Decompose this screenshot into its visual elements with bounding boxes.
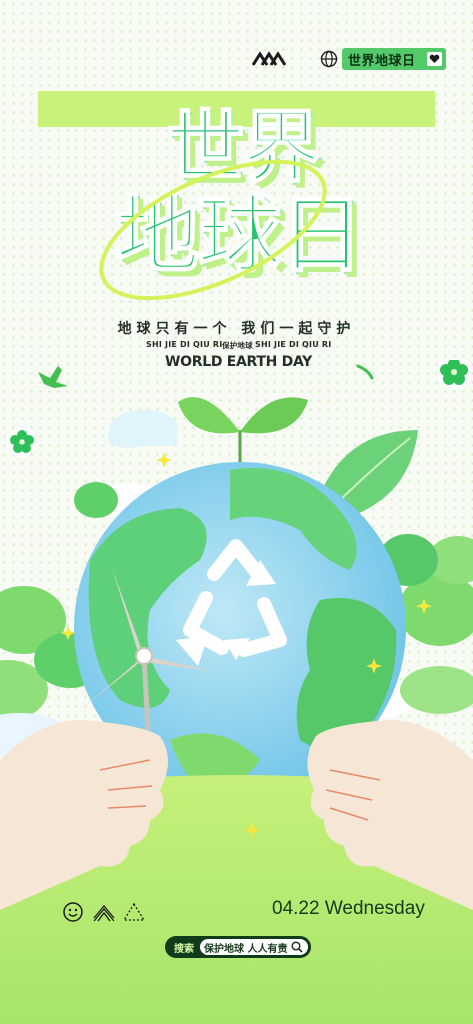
date-label: 04.22 Wednesday [272,898,425,919]
tag-label: 世界地球日 [348,53,416,69]
heart-icon [427,52,442,66]
pinyin-row: SHI JIE DI QIU RI 保护地球 SHI JIE DI QIU RI [0,340,473,352]
bird-icon [38,366,68,388]
sprout [178,397,308,466]
globe-icon [320,50,338,68]
search-value: 保护地球 人人有责 [204,943,288,955]
pinyin-left: SHI JIE DI QIU RI [146,340,223,349]
flower-icon-left [7,427,37,457]
cloud-top [108,410,178,448]
bottom-icons [63,902,146,922]
orbit-ring-decoration [99,159,327,301]
search-icon[interactable] [290,940,304,954]
recycle-icon [122,902,146,921]
poster: 世界地球日 世界 地球日 地球只有一个 我们一起守护 SHI JIE DI QI… [0,0,473,1024]
leaf-lines-icon [93,904,115,922]
pinyin-right: SHI JIE DI QIU RI [255,340,332,349]
slogan: 地球只有一个 我们一起守护 [117,321,356,337]
pinyin-middle: 保护地球 [222,341,253,350]
search-input[interactable]: 保护地球 人人有责 [200,939,308,955]
earth-day-tag: 世界地球日 [342,48,446,70]
flower-icon-right [437,360,471,389]
search-bar[interactable]: 搜索 保护地球 人人有责 [165,936,311,958]
search-label: 搜索 [174,943,194,955]
mountain-logo-icon [252,51,286,66]
smiley-icon [63,902,83,922]
